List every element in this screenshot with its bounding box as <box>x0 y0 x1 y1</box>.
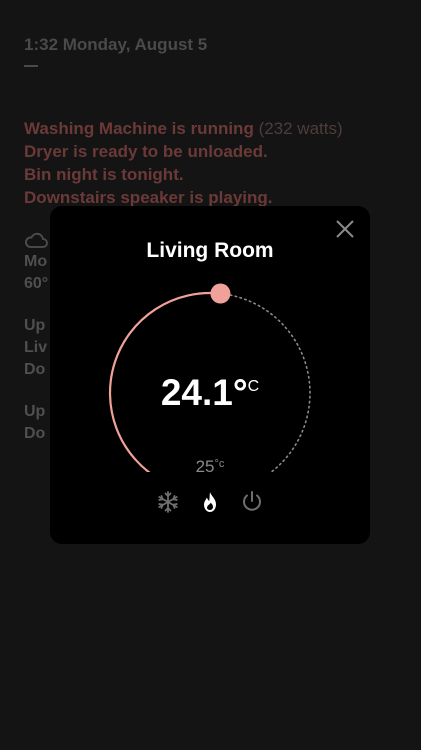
room-title: Living Room <box>146 239 274 262</box>
target-temperature: 25°c <box>50 457 370 477</box>
time-underline <box>24 65 38 67</box>
cloud-icon <box>25 232 48 248</box>
current-temp-value: 24.1 <box>160 372 233 413</box>
date-time: 1:32 Monday, August 5 <box>24 35 208 54</box>
notice-item: Washing Machine is running (232 watts) <box>24 117 397 140</box>
notice-list: Washing Machine is running (232 watts) D… <box>24 117 397 209</box>
power-icon[interactable] <box>240 490 264 514</box>
notice-text: Washing Machine is running <box>24 119 254 138</box>
thermostat-modal: Living Room 24.1°C 25°c <box>50 206 370 544</box>
dial-handle[interactable] <box>210 283 231 304</box>
notice-item: Dryer is ready to be unloaded. <box>24 140 397 163</box>
notice-extra: (232 watts) <box>258 119 343 138</box>
mode-selector <box>50 490 370 516</box>
notice-text: Dryer is ready to be unloaded. <box>24 142 268 161</box>
notice-item: Bin night is tonight. <box>24 163 397 186</box>
degree-symbol: ° <box>232 372 248 413</box>
target-temp-value: 25 <box>195 457 215 476</box>
flame-icon[interactable] <box>198 490 222 514</box>
snowflake-icon[interactable] <box>156 490 180 514</box>
temp-unit: C <box>247 378 260 395</box>
notice-text: Downstairs speaker is playing. <box>24 188 273 207</box>
current-temperature: 24.1°C <box>50 372 370 414</box>
notice-text: Bin night is tonight. <box>24 165 184 184</box>
close-icon[interactable] <box>334 218 356 240</box>
target-temp-unit: °c <box>214 458 225 470</box>
screen: 1:32 Monday, August 5 Washing Machine is… <box>0 0 421 750</box>
